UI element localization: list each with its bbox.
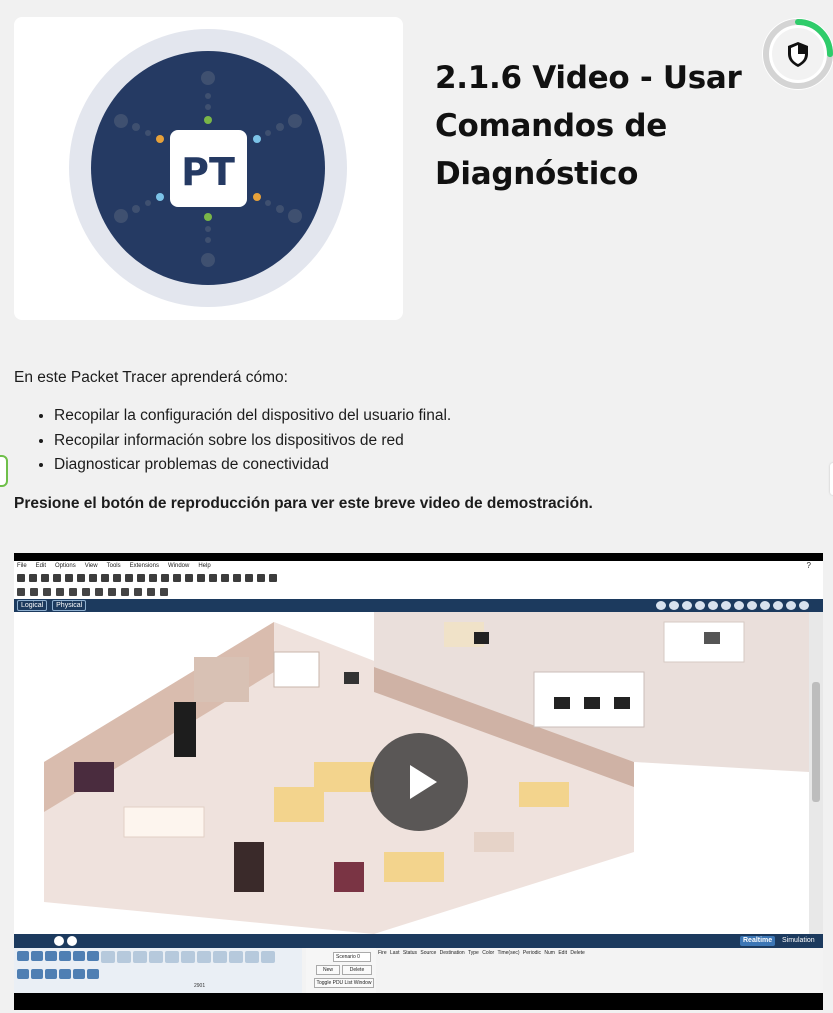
tab-physical: Physical — [52, 600, 87, 611]
logo-text: PT — [181, 150, 235, 194]
menu-window: Window — [167, 563, 190, 569]
packet-tracer-logo: PT — [69, 29, 347, 307]
menu-extensions: Extensions — [129, 563, 159, 569]
pt-menubar: File Edit Options View Tools Extensions Window… — [14, 561, 823, 571]
video-player[interactable]: File Edit Options View Tools Extensions Window… — [14, 553, 823, 1010]
realtime-tab: Realtime — [740, 936, 776, 946]
menu-help: Help — [198, 563, 211, 569]
pdu-col: Edit — [558, 950, 567, 956]
title-line-3: Diagnóstico — [435, 156, 639, 192]
objectives-list: Recopilar la configuración del dispositi… — [14, 404, 451, 478]
pdu-col: Type — [467, 950, 479, 956]
toggle-pdu-button: Toggle PDU List Window — [314, 978, 374, 988]
play-instruction: Presione el botón de reproducción para v… — [14, 495, 593, 512]
menu-edit: Edit — [35, 563, 47, 569]
scenario-panel: Scenario 0 New Delete Toggle PDU List Wi… — [306, 948, 376, 993]
tab-logical: Logical — [17, 600, 48, 611]
simulation-tab: Simulation — [782, 937, 815, 944]
pt-status-bar: Realtime Simulation — [14, 934, 823, 948]
pdu-col: Num — [544, 950, 555, 956]
video-letterbox-bottom — [14, 993, 823, 1010]
page-title: 2.1.6 Video - Usar Comandos de Diagnósti… — [435, 54, 765, 198]
pt-toolbar — [14, 571, 823, 585]
menu-options: Options — [55, 563, 76, 569]
play-button[interactable] — [370, 733, 468, 831]
pdu-col: Time(sec) — [497, 950, 520, 956]
device-model-label: 2901 — [194, 983, 206, 989]
pdu-col: Delete — [570, 950, 585, 956]
list-item: Recopilar información sobre los disposit… — [54, 429, 451, 454]
left-edge-tab[interactable] — [0, 455, 8, 487]
device-palette: 2901 — [14, 948, 302, 993]
delete-scenario-button: Delete — [342, 965, 372, 975]
title-line-2: Comandos de — [435, 108, 667, 144]
intro-text: En este Packet Tracer aprenderá cómo: — [14, 369, 288, 386]
pdu-col: Fire — [378, 950, 387, 956]
menu-tools: Tools — [106, 563, 121, 569]
workspace-scrollbar[interactable] — [809, 612, 823, 934]
scenario-select: Scenario 0 — [333, 952, 371, 962]
title-line-1: 2.1.6 Video - Usar — [435, 60, 742, 96]
pdu-col: Last Status — [390, 950, 418, 956]
pdu-col: Color — [482, 950, 495, 956]
list-item: Recopilar la configuración del dispositi… — [54, 404, 451, 429]
packet-tracer-logo-card: PT — [14, 17, 403, 320]
pdu-list-header: Fire Last Status Source Destination Type… — [378, 950, 585, 956]
new-scenario-button: New — [316, 965, 340, 975]
list-item: Diagnosticar problemas de conectividad — [54, 453, 451, 478]
completion-badge[interactable] — [760, 16, 833, 92]
pt-view-bar: Logical Physical — [14, 599, 823, 612]
pt-drawing-toolbar — [14, 585, 823, 599]
pdu-col: Source — [420, 950, 437, 956]
menu-view: View — [84, 563, 98, 569]
pt-bottom-panel: 2901 Scenario 0 New Delete Toggle PDU Li… — [14, 948, 823, 993]
pdu-col: Periodic — [522, 950, 541, 956]
menu-file: File — [17, 563, 27, 569]
pdu-col: Destination — [439, 950, 465, 956]
help-question-mark: ? — [806, 561, 811, 570]
